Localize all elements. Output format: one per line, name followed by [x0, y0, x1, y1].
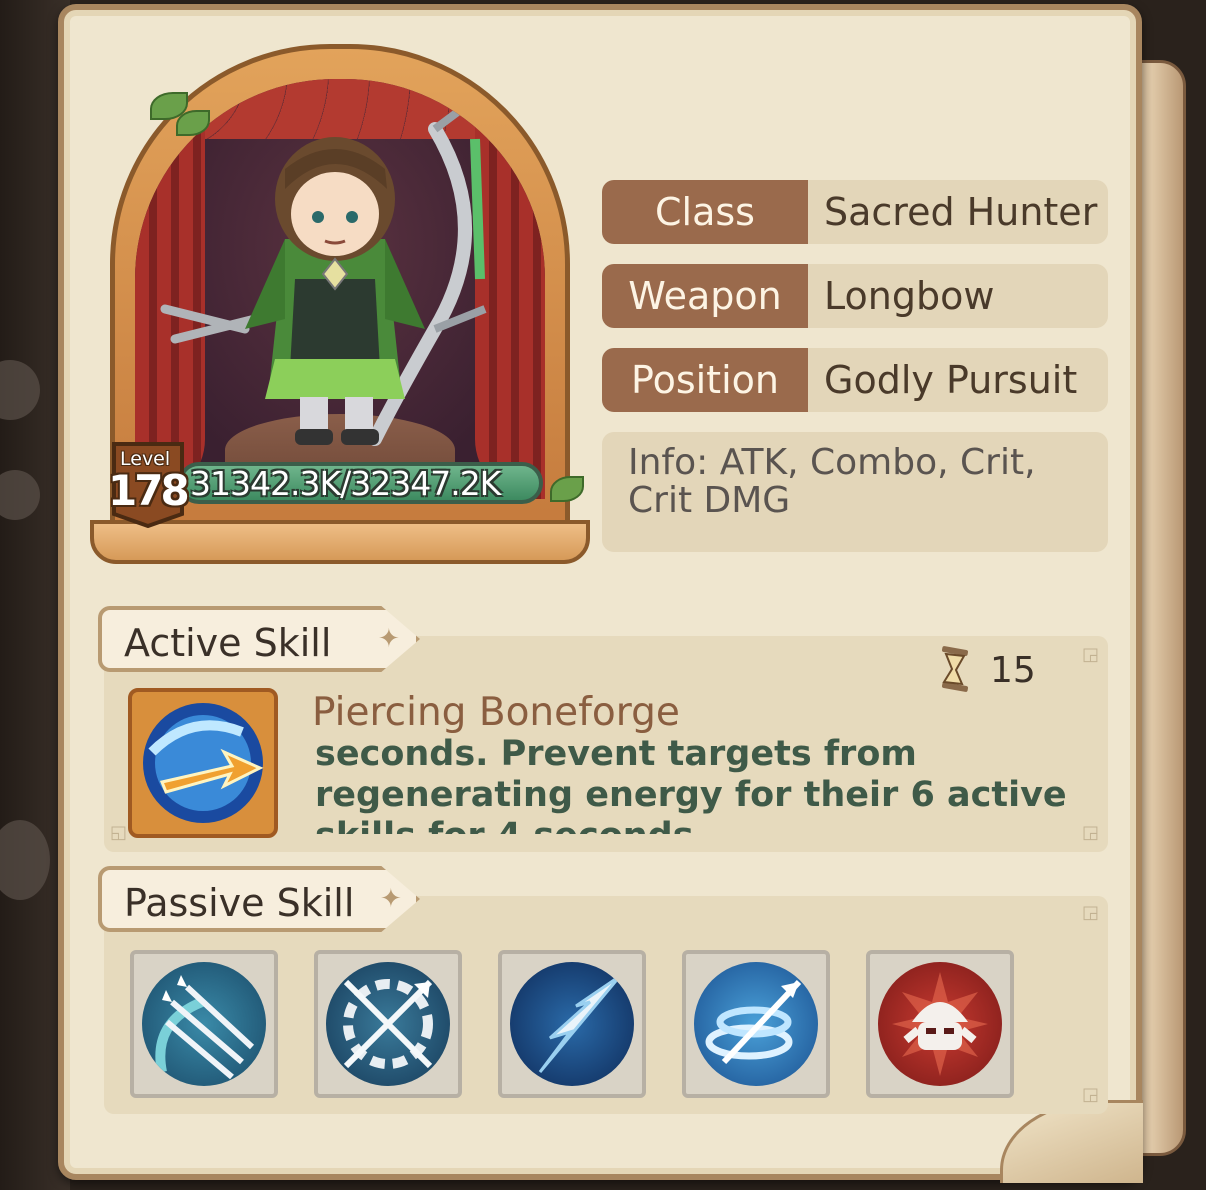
enraged-warrior-icon — [892, 972, 988, 1076]
stat-value: Longbow — [808, 264, 1108, 328]
corner-ornament: ◲ — [1082, 1084, 1100, 1105]
corner-ornament: ◲ — [1082, 902, 1100, 923]
stat-key: Weapon — [602, 264, 808, 328]
passive-skill-slot-3[interactable] — [498, 950, 646, 1098]
stat-row-position: Position Godly Pursuit — [602, 348, 1108, 412]
exp-text: 31342.3K/32347.2K — [190, 464, 501, 503]
sparkle-icon: ✦ — [378, 624, 400, 654]
active-skill-icon-frame[interactable] — [128, 688, 278, 838]
passive-skill-slot-2[interactable] — [314, 950, 462, 1098]
piercing-arrowhead-icon — [538, 974, 622, 1073]
spiral-arrow-icon — [705, 979, 802, 1065]
bow-gear-icon — [343, 979, 433, 1069]
piercing-boneforge-icon — [143, 703, 264, 823]
passive-skill-tab[interactable]: Passive Skill — [98, 866, 420, 932]
corner-ornament: ◲ — [1082, 644, 1100, 665]
passive-skill-slot-5[interactable] — [866, 950, 1014, 1098]
info-text: Info: ATK, Combo, Crit, Crit DMG — [602, 432, 1108, 552]
triple-arrow-icon — [155, 975, 255, 1080]
stat-key: Class — [602, 180, 808, 244]
level-number: 178 — [108, 466, 190, 515]
stat-row-class: Class Sacred Hunter — [602, 180, 1108, 244]
hero-portrait-stage — [135, 79, 545, 499]
passive-skill-slot-1[interactable] — [130, 950, 278, 1098]
hero-character-image[interactable] — [135, 79, 545, 499]
stat-value: Sacred Hunter — [808, 180, 1108, 244]
stat-key: Position — [602, 348, 808, 412]
active-skill-name: Piercing Boneforge — [312, 690, 680, 735]
cooldown-value: 15 — [990, 650, 1036, 691]
corner-ornament: ◱ — [110, 822, 128, 843]
stat-value: Godly Pursuit — [808, 348, 1108, 412]
hourglass-icon — [941, 646, 969, 692]
active-skill-tab[interactable]: Active Skill — [98, 606, 420, 672]
sparkle-icon: ✦ — [380, 884, 402, 914]
stat-row-weapon: Weapon Longbow — [602, 264, 1108, 328]
passive-skill-slot-4[interactable] — [682, 950, 830, 1098]
active-skill-description[interactable]: seconds. Prevent targets from regenerati… — [315, 734, 1075, 834]
corner-ornament: ◲ — [1082, 822, 1100, 843]
